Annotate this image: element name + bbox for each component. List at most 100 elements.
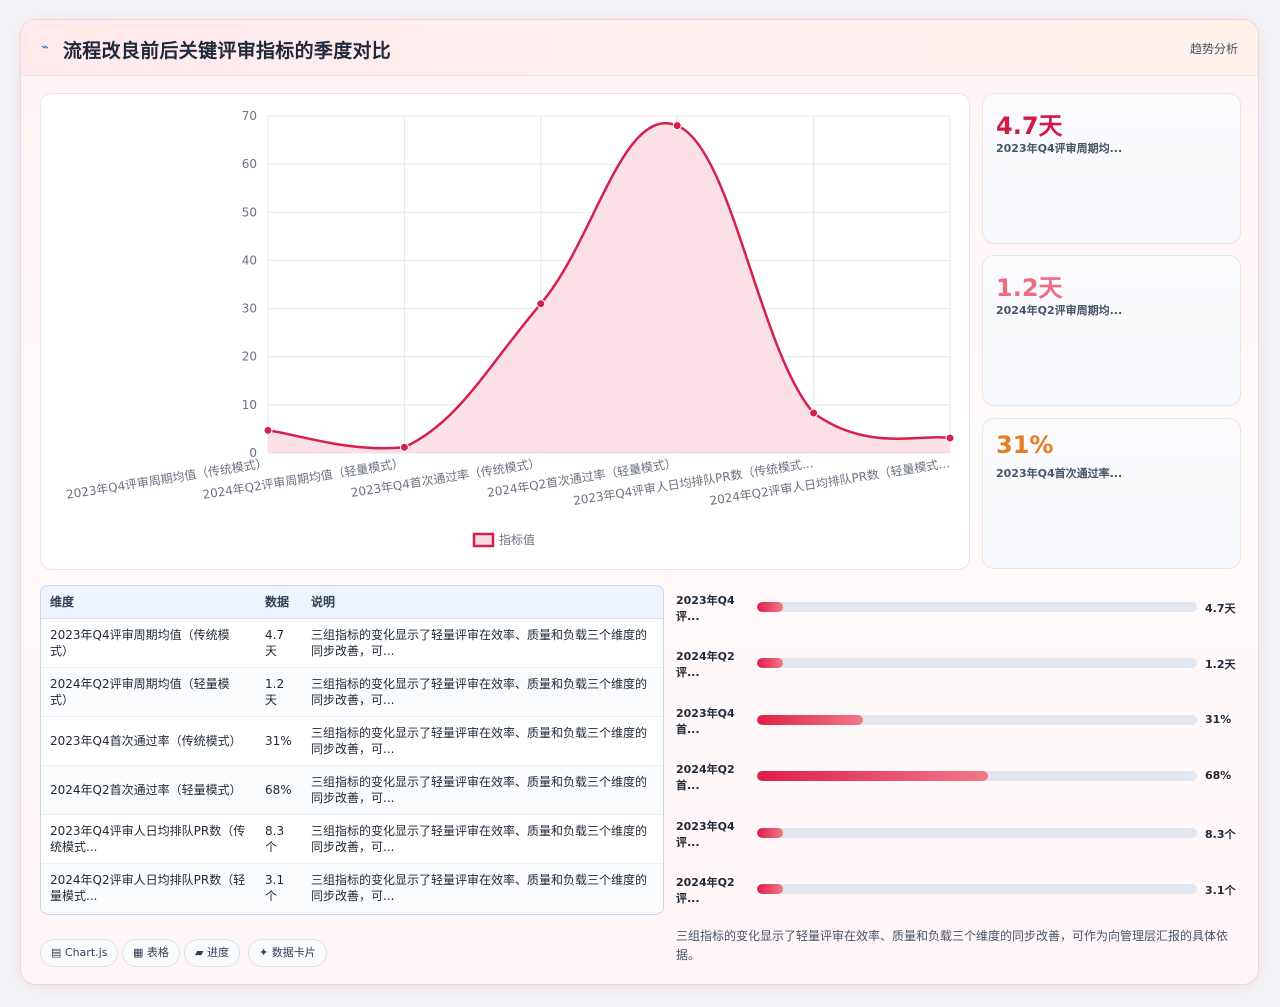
chip-label: Chart.js bbox=[64, 946, 108, 959]
progress-value: 31% bbox=[1205, 713, 1232, 726]
progress-value: 4.7天 bbox=[1205, 602, 1236, 615]
y-tick-label: 20 bbox=[242, 350, 257, 364]
progress-track bbox=[757, 884, 1197, 894]
chart-panel: 0 10 20 30 40 50 60 70 2023年Q4评审周期均值（传统模式） 2024年Q… bbox=[40, 93, 970, 570]
cell-dimension: 2024年Q2首次通过率（轻量模式） bbox=[50, 782, 242, 797]
page-title: 流程改良前后关键评审指标的季度对比 bbox=[63, 40, 392, 62]
stat-value: 1.2天 bbox=[996, 274, 1063, 302]
progress-row: 2024年Q2评... 3.1个 bbox=[676, 872, 1241, 912]
table-row: 2024年Q2评审周期均值（轻量模式） 1.2天 三组指标的变化显示了轻量评审在… bbox=[41, 667, 663, 716]
progress-track bbox=[757, 715, 1197, 725]
progress-label: 2023年Q4评... bbox=[676, 594, 735, 623]
cell-description: 三组指标的变化显示了轻量评审在效率、质量和负载三个维度的同步改善，可... bbox=[311, 676, 648, 707]
progress-label: 2023年Q4评... bbox=[676, 820, 735, 849]
card-header: ⌁ 流程改良前后关键评审指标的季度对比 趋势分析 bbox=[21, 20, 1258, 76]
legend-swatch bbox=[472, 532, 495, 548]
column-header-description[interactable]: 说明 bbox=[302, 586, 663, 619]
stat-card-pass-rate-2023q4: 31% 2023年Q4首次通过率... bbox=[982, 418, 1241, 569]
cell-value: 1.2天 bbox=[265, 676, 285, 707]
progress-fill bbox=[757, 828, 784, 838]
data-point bbox=[399, 442, 409, 452]
progress-label: 2024年Q2评... bbox=[676, 876, 735, 905]
table-row: 2024年Q2首次通过率（轻量模式） 68% 三组指标的变化显示了轻量评审在效率… bbox=[41, 765, 663, 814]
cell-dimension: 2024年Q2评审周期均值（轻量模式） bbox=[50, 676, 230, 707]
progress-track bbox=[757, 658, 1197, 668]
progress-track bbox=[757, 771, 1197, 781]
dashboard-card: ⌁ 流程改良前后关键评审指标的季度对比 趋势分析 0 10 20 30 40 50 60 70… bbox=[20, 19, 1259, 985]
progress-value: 8.3个 bbox=[1205, 828, 1236, 841]
progress-row: 2023年Q4评... 4.7天 bbox=[676, 590, 1241, 630]
progress-row: 2024年Q2评... 1.2天 bbox=[676, 646, 1241, 686]
progress-row: 2024年Q2首... 68% bbox=[676, 759, 1241, 799]
data-point bbox=[809, 408, 819, 418]
cell-value: 68% bbox=[265, 782, 292, 797]
data-point bbox=[945, 433, 955, 443]
chip-label: 表格 bbox=[146, 946, 169, 959]
table-row: 2023年Q4评审人日均排队PR数（传统模式... 8.3个 三组指标的变化显示… bbox=[41, 814, 663, 863]
series-area bbox=[268, 123, 950, 453]
chip-label: 数据卡片 bbox=[271, 946, 316, 959]
stat-card-review-cycle-2024q2: 1.2天 2024年Q2评审周期均... bbox=[982, 255, 1241, 406]
progress-value: 1.2天 bbox=[1205, 658, 1236, 671]
progress-label: 2024年Q2评... bbox=[676, 650, 735, 679]
progress-label: 2024年Q2首... bbox=[676, 763, 735, 792]
column-header-dimension[interactable]: 维度 bbox=[41, 586, 256, 619]
progress-icon: ▰ bbox=[195, 946, 204, 959]
y-tick-label: 40 bbox=[242, 253, 257, 267]
cell-value: 4.7天 bbox=[265, 627, 285, 658]
column-header-data[interactable]: 数据 bbox=[256, 586, 302, 619]
chart-icon: ▤ bbox=[51, 946, 62, 959]
sparkle-icon: ✦ bbox=[259, 946, 269, 959]
cell-value: 31% bbox=[265, 733, 292, 748]
stat-card-review-cycle-2023q4: 4.7天 2023年Q4评审周期均... bbox=[982, 93, 1241, 244]
table-row: 2024年Q2评审人日均排队PR数（轻量模式... 3.1个 三组指标的变化显示… bbox=[41, 863, 663, 912]
cell-value: 8.3个 bbox=[265, 823, 285, 854]
cell-description: 三组指标的变化显示了轻量评审在效率、质量和负载三个维度的同步改善，可... bbox=[311, 774, 648, 805]
progress-track bbox=[757, 828, 1197, 838]
progress-row: 2023年Q4评... 8.3个 bbox=[676, 816, 1241, 856]
stat-value: 4.7天 bbox=[996, 112, 1063, 140]
legend-label: 指标值 bbox=[499, 532, 535, 547]
table-row: 2023年Q4评审周期均值（传统模式） 4.7天 三组指标的变化显示了轻量评审在… bbox=[41, 618, 663, 667]
cell-value: 3.1个 bbox=[265, 872, 285, 903]
y-tick-label: 10 bbox=[242, 398, 257, 412]
chip-data-cards[interactable]: ✦ 数据卡片 bbox=[248, 939, 327, 967]
progress-label: 2023年Q4首... bbox=[676, 707, 735, 736]
cell-description: 三组指标的变化显示了轻量评审在效率、质量和负载三个维度的同步改善，可... bbox=[311, 872, 648, 903]
table-row: 2023年Q4首次通过率（传统模式） 31% 三组指标的变化显示了轻量评审在效率… bbox=[41, 716, 663, 765]
progress-fill bbox=[757, 884, 784, 894]
progress-fill bbox=[757, 771, 988, 781]
y-tick-label: 50 bbox=[242, 205, 257, 219]
y-tick-label: 30 bbox=[242, 302, 257, 316]
chip-chartjs[interactable]: ▤ Chart.js bbox=[40, 939, 119, 967]
y-tick-label: 70 bbox=[242, 109, 257, 123]
progress-fill bbox=[757, 602, 784, 612]
chip-progress[interactable]: ▰ 进度 bbox=[184, 939, 240, 967]
table-icon: ▦ bbox=[133, 946, 144, 959]
stat-label: 2023年Q4评审周期均... bbox=[996, 142, 1123, 155]
data-table: 维度 数据 说明 2023年Q4评审周期均值（传统模式） 4.7天 三组指标的变… bbox=[40, 585, 664, 915]
progress-track bbox=[757, 602, 1197, 612]
x-tick-label: 2023年Q4评审人日均排队PR数（传统模式... bbox=[572, 455, 814, 508]
progress-fill bbox=[757, 658, 784, 668]
cell-dimension: 2023年Q4首次通过率（传统模式） bbox=[50, 733, 242, 748]
stat-value: 31% bbox=[996, 431, 1054, 459]
data-point bbox=[536, 299, 546, 309]
cell-dimension: 2023年Q4评审周期均值（传统模式） bbox=[50, 627, 230, 658]
stat-label: 2024年Q2评审周期均... bbox=[996, 304, 1123, 317]
cell-dimension: 2024年Q2评审人日均排队PR数（轻量模式... bbox=[50, 872, 246, 903]
cell-description: 三组指标的变化显示了轻量评审在效率、质量和负载三个维度的同步改善，可... bbox=[311, 725, 648, 756]
chip-table[interactable]: ▦ 表格 bbox=[122, 939, 180, 967]
data-point bbox=[263, 425, 273, 435]
cell-description: 三组指标的变化显示了轻量评审在效率、质量和负载三个维度的同步改善，可... bbox=[311, 627, 648, 658]
data-point bbox=[672, 121, 682, 131]
table-header-row: 维度 数据 说明 bbox=[41, 586, 663, 619]
progress-fill bbox=[757, 715, 863, 725]
progress-value: 68% bbox=[1205, 769, 1232, 782]
trend-icon: ⌁ bbox=[41, 40, 49, 55]
chip-label: 进度 bbox=[206, 946, 229, 959]
cell-dimension: 2023年Q4评审人日均排队PR数（传统模式... bbox=[50, 823, 246, 854]
line-chart: 0102030405060702023年Q4评审周期均值（传统模式）2024年Q… bbox=[65, 109, 955, 548]
trend-analysis-link[interactable]: 趋势分析 bbox=[1190, 40, 1238, 57]
y-tick-label: 60 bbox=[242, 157, 257, 171]
